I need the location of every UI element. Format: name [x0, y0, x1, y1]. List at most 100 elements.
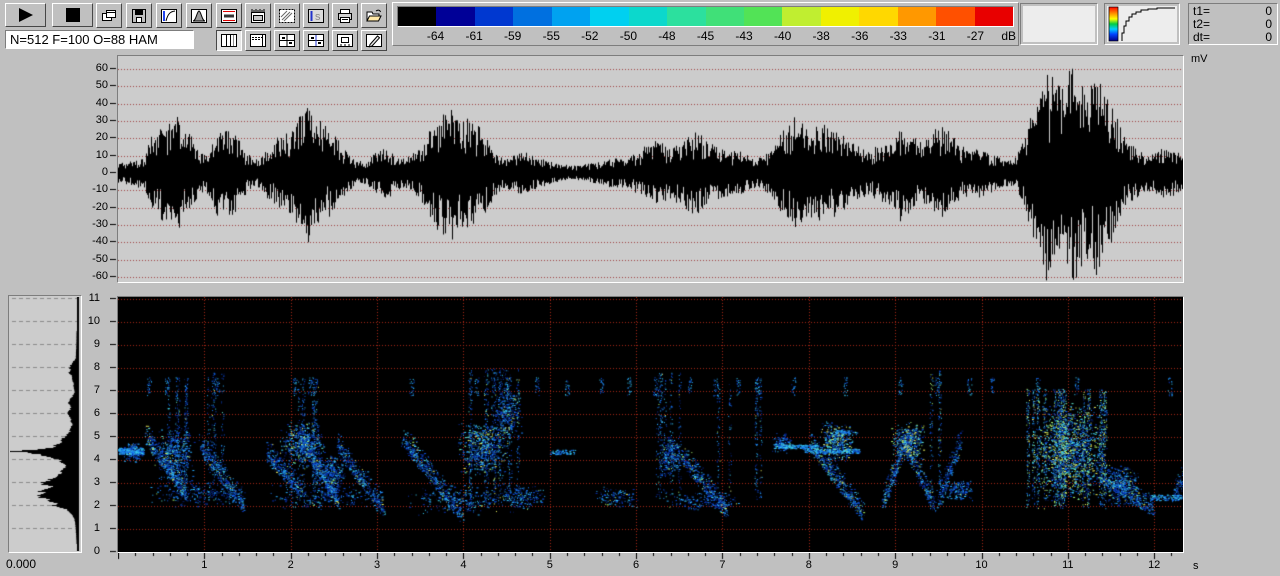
- oscillogram-display[interactable]: [118, 56, 1183, 282]
- y-tick-label: -60: [92, 270, 108, 282]
- print-icon: [336, 8, 354, 24]
- layout-zoom-box-button[interactable]: [332, 30, 358, 51]
- colorbar-tick-label: -55: [543, 29, 560, 43]
- dt-row: dt= 0: [1193, 31, 1272, 44]
- time-axis-display-icon: [249, 8, 267, 24]
- colorbar-tick-label: -48: [658, 29, 675, 43]
- layout-split-cursor-button[interactable]: [303, 30, 329, 51]
- layout-spectrogram-button[interactable]: [245, 30, 271, 51]
- colorbar-tick-label: -40: [774, 29, 791, 43]
- colorbar-tick-label: -50: [620, 29, 637, 43]
- color-scale-bar: [397, 6, 1014, 27]
- colorbar-tick-label: -52: [581, 29, 598, 43]
- layout-oscillogram-icon: [220, 33, 238, 48]
- copy-window-button[interactable]: [96, 3, 122, 28]
- play-button[interactable]: [5, 3, 46, 27]
- settings-s-button[interactable]: s: [303, 3, 329, 28]
- x-tick-label: 11: [1062, 559, 1073, 571]
- oscillogram-unit-label: mV: [1191, 53, 1208, 65]
- colorbar-tick-label: -36: [851, 29, 868, 43]
- colorbar-segment: [821, 7, 859, 26]
- spectrum-value-label: 0.000: [6, 557, 36, 571]
- spectrogram-y-ticks: [110, 296, 117, 553]
- settings-s-icon: s: [307, 8, 325, 24]
- spectrogram-panel: [117, 296, 1184, 553]
- x-tick-label: 12: [1148, 559, 1160, 571]
- colorbar-tick-label: -38: [813, 29, 830, 43]
- play-icon: [17, 8, 35, 22]
- x-tick-label: 5: [547, 559, 553, 571]
- x-tick-label: 10: [975, 559, 987, 571]
- layout-split-icon: [278, 33, 296, 48]
- colorbar-segment: [744, 7, 782, 26]
- y-tick-label: 60: [96, 62, 108, 74]
- y-tick-label: 10: [88, 315, 100, 327]
- colorbar-segment: [552, 7, 590, 26]
- layout-split-cursor-icon: [307, 33, 325, 48]
- colorbar-segment: [936, 7, 974, 26]
- x-tick-label: 4: [460, 559, 466, 571]
- time-axis-display-button[interactable]: [245, 3, 271, 28]
- edit-pencil-icon: [365, 33, 383, 48]
- selection-region-icon: [278, 8, 296, 24]
- color-scale-panel: dB -64-61-59-55-52-50-48-45-43-40-38-36-…: [392, 2, 1019, 46]
- y-tick-label: 6: [94, 407, 100, 419]
- layout-split-button[interactable]: [274, 30, 300, 51]
- edit-button[interactable]: [361, 30, 387, 51]
- capture-display-button[interactable]: [216, 3, 242, 28]
- x-tick-label: 7: [719, 559, 725, 571]
- open-file-button[interactable]: [361, 3, 387, 28]
- transfer-curve-icon: [160, 8, 178, 24]
- colorbar-tick-label: -59: [504, 29, 521, 43]
- pattern-swatch: [1020, 3, 1098, 45]
- color-scale-unit: dB: [1001, 29, 1016, 43]
- oscillogram-panel: [117, 55, 1184, 283]
- x-tick-label: 3: [374, 559, 380, 571]
- stop-icon: [66, 8, 80, 22]
- x-tick-label: 6: [633, 559, 639, 571]
- gain-curve-icon: [1107, 6, 1177, 42]
- stop-button[interactable]: [52, 3, 93, 27]
- x-tick-label: 2: [288, 559, 294, 571]
- y-tick-label: 8: [94, 361, 100, 373]
- layout-oscillogram-button[interactable]: [216, 30, 242, 51]
- colorbar-segment: [513, 7, 551, 26]
- colorbar-tick-label: -31: [928, 29, 945, 43]
- colorbar-tick-label: -64: [427, 29, 444, 43]
- y-tick-label: 0: [94, 545, 100, 557]
- window-function-icon: [190, 8, 208, 24]
- y-tick-label: 1: [94, 522, 100, 534]
- colorbar-tick-label: -33: [890, 29, 907, 43]
- colorbar-segment: [975, 7, 1013, 26]
- y-tick-label: 4: [94, 453, 100, 465]
- window-function-button[interactable]: [186, 3, 212, 28]
- y-tick-label: 2: [94, 499, 100, 511]
- oscillogram-y-axis: 6050403020100-10-20-30-40-50-60: [76, 55, 109, 283]
- colorbar-segment: [782, 7, 820, 26]
- colorbar-tick-label: -45: [697, 29, 714, 43]
- colorbar-segment: [629, 7, 667, 26]
- colorbar-segment: [590, 7, 628, 26]
- transfer-curve-button[interactable]: [156, 3, 182, 28]
- color-scale-labels: dB -64-61-59-55-52-50-48-45-43-40-38-36-…: [397, 29, 1014, 44]
- colorbar-tick-label: -27: [967, 29, 984, 43]
- colorbar-segment: [859, 7, 897, 26]
- y-tick-label: 10: [96, 149, 108, 161]
- y-tick-label: 11: [89, 292, 100, 304]
- selection-region-button[interactable]: [274, 3, 300, 28]
- layout-zoom-box-icon: [336, 33, 354, 48]
- time-axis-unit-label: s: [1193, 560, 1199, 572]
- y-tick-label: 50: [96, 79, 108, 91]
- open-file-icon: [365, 8, 383, 24]
- copy-window-icon: [100, 8, 118, 24]
- x-tick-label: 8: [806, 559, 812, 571]
- y-tick-label: 5: [94, 430, 100, 442]
- print-button[interactable]: [332, 3, 358, 28]
- y-tick-label: -30: [92, 218, 108, 230]
- y-tick-label: 9: [94, 338, 100, 350]
- save-button[interactable]: [126, 3, 152, 28]
- dt-value: 0: [1265, 31, 1272, 44]
- y-tick-label: 20: [96, 131, 108, 143]
- spectrogram-display[interactable]: [118, 297, 1183, 552]
- spectrogram-y-axis: 11109876543210: [70, 296, 101, 553]
